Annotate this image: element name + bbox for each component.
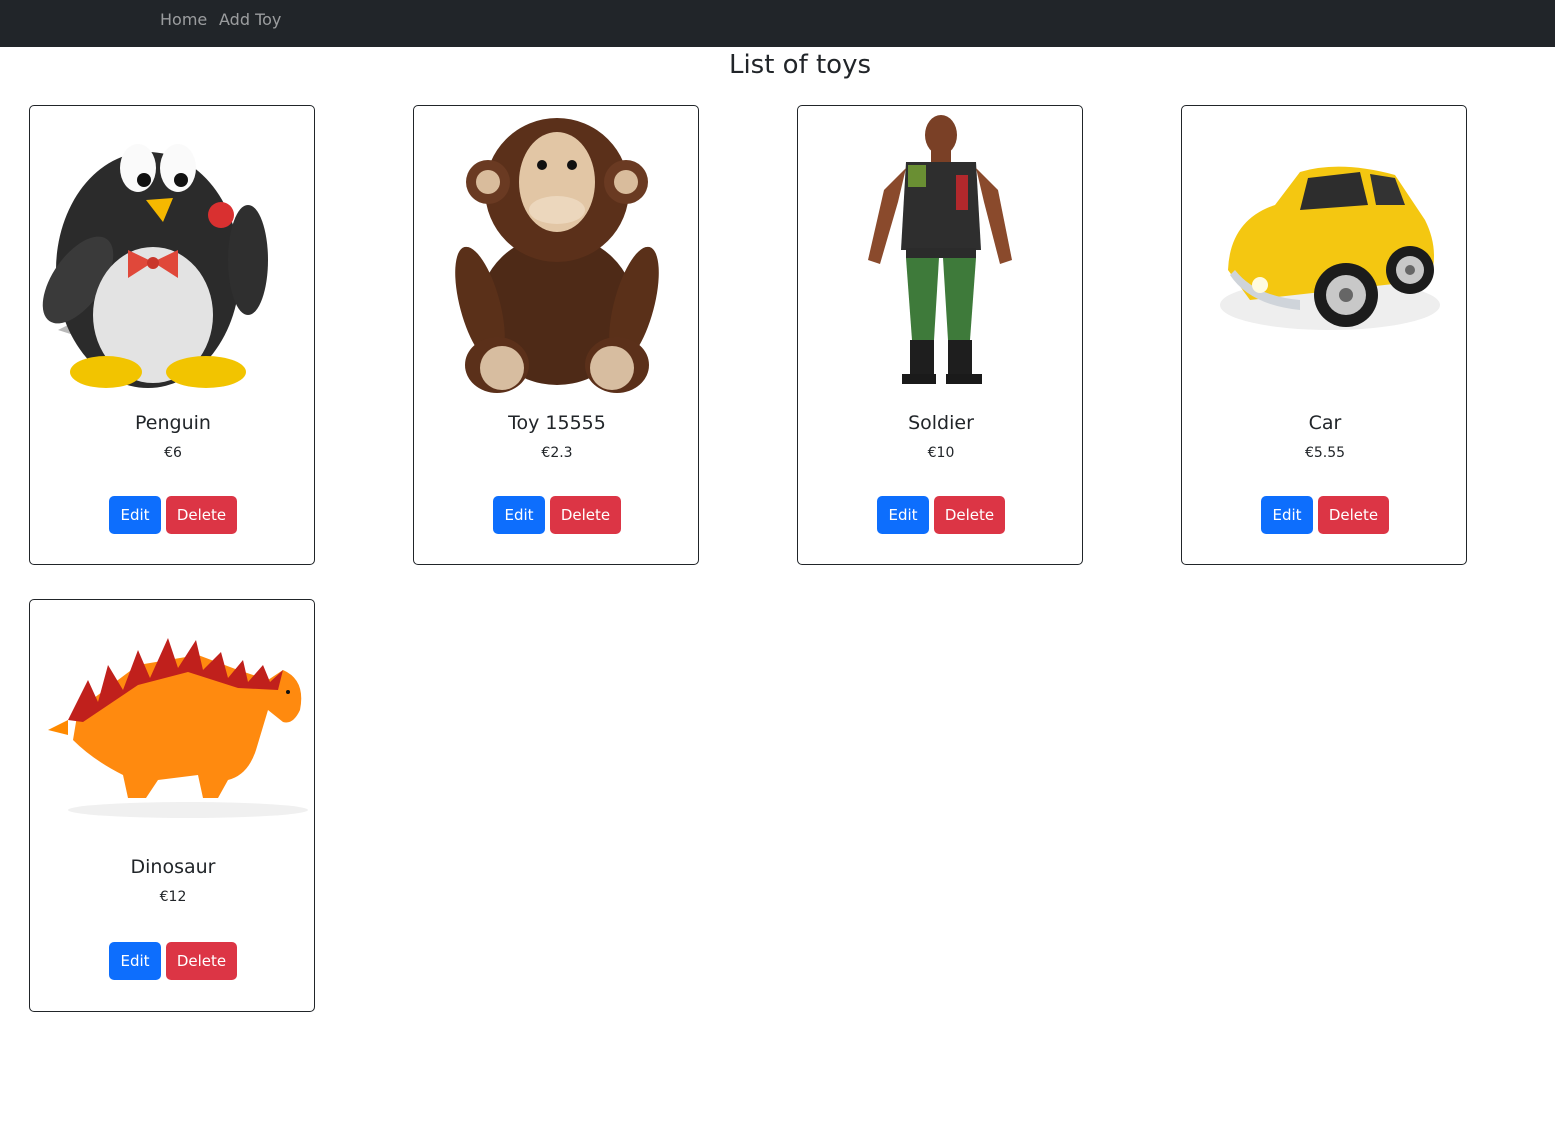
penguin-toy-image [42,144,268,388]
edit-button[interactable]: Edit [1261,496,1313,534]
toy-card: Toy 15555 €2.3 Edit Delete [413,105,699,565]
toy-price: €12 [159,889,187,905]
toy-card: Car €5.55 Edit Delete [1181,105,1467,565]
delete-button[interactable]: Delete [1318,496,1389,534]
navbar: Home Add Toy [0,0,1555,47]
delete-button[interactable]: Delete [166,942,237,980]
toy-card: Penguin €6 Edit Delete [29,105,315,565]
yellow-car-image [1220,166,1440,330]
toy-price: €5.55 [1304,445,1346,461]
soldier-figure-image [868,115,1012,384]
nav-add-toy-link[interactable]: Add Toy [219,10,281,30]
delete-button[interactable]: Delete [166,496,237,534]
edit-button[interactable]: Edit [493,496,545,534]
toy-name: Dinosaur [130,856,216,878]
toy-price: €10 [927,445,955,461]
toy-price: €2.3 [541,445,573,461]
delete-button[interactable]: Delete [550,496,621,534]
edit-button[interactable]: Edit [109,496,161,534]
toy-card: Soldier €10 Edit Delete [797,105,1083,565]
monkey-plush-image [455,118,659,393]
toy-name: Soldier [908,412,974,434]
edit-button[interactable]: Edit [877,496,929,534]
toy-card: Dinosaur €12 Edit Delete [29,599,315,1012]
delete-button[interactable]: Delete [934,496,1005,534]
dinosaur-toy-image [48,638,308,818]
toy-name: Car [1308,412,1342,434]
toy-price: €6 [164,445,182,461]
edit-button[interactable]: Edit [109,942,161,980]
toy-name: Toy 15555 [508,412,606,434]
nav-home-link[interactable]: Home [160,10,207,30]
page-title: List of toys [728,50,872,80]
toy-name: Penguin [135,412,211,434]
